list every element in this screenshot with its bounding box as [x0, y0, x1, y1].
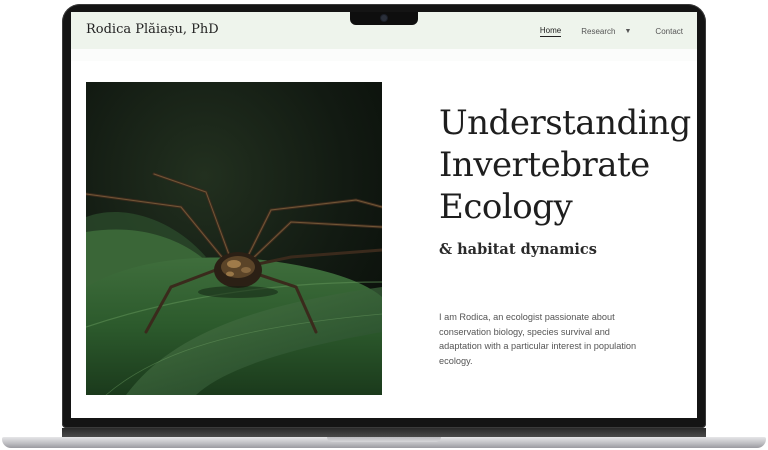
hero-photo — [86, 82, 382, 395]
laptop-hinge — [62, 428, 706, 437]
site-title-link[interactable]: Rodica Plăiașu, PhD — [86, 22, 219, 37]
hero-subheadline: & habitat dynamics — [439, 241, 597, 258]
main-nav: Home Research ▼ Contact — [539, 26, 683, 37]
nav-item-research[interactable]: Research ▼ — [581, 27, 631, 36]
headline-line: Invertebrate — [439, 145, 650, 185]
browser-screen: Rodica Plăiașu, PhD Home Research ▼ Cont… — [71, 12, 697, 418]
headline-line: Understanding — [439, 103, 691, 143]
nav-item-contact[interactable]: Contact — [655, 27, 683, 36]
headline-line: Ecology — [439, 187, 573, 227]
laptop-groove — [327, 437, 441, 442]
nav-item-research-label: Research — [581, 27, 616, 36]
caret-down-icon[interactable]: ▼ — [624, 28, 631, 35]
camera-notch — [350, 12, 418, 25]
hero-headline: Understanding Invertebrate Ecology — [439, 102, 691, 228]
intro-paragraph: I am Rodica, an ecologist passionate abo… — [439, 312, 637, 366]
camera-icon — [381, 15, 387, 21]
nav-item-home[interactable]: Home — [539, 26, 562, 37]
harvestman-photo — [86, 82, 382, 395]
header-divider — [71, 49, 697, 61]
